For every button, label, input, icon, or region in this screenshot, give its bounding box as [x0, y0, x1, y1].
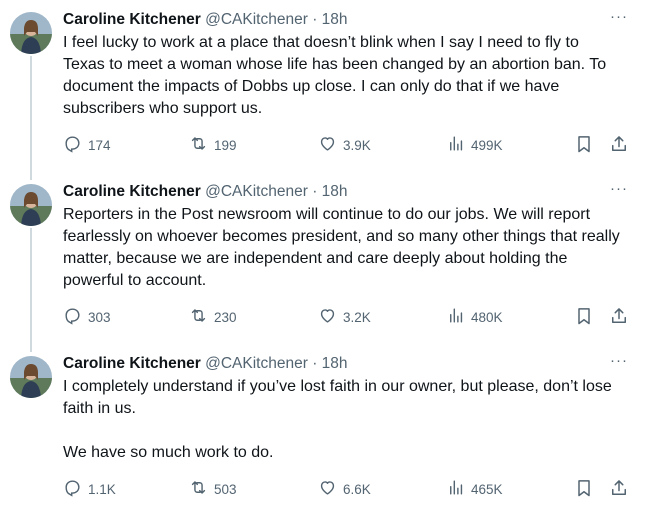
- repost-icon: [189, 306, 208, 328]
- tweet-1[interactable]: Caroline Kitchener @CAKitchener · 18h ··…: [0, 0, 648, 172]
- repost-count: 230: [214, 309, 237, 325]
- reply-count: 303: [88, 309, 111, 325]
- repost-icon: [189, 134, 208, 156]
- author-name[interactable]: Caroline Kitchener: [63, 183, 201, 200]
- tweet-text: I feel lucky to work at a place that doe…: [63, 34, 607, 117]
- like-icon: [318, 478, 337, 500]
- tweet-text: I completely understand if you’ve lost f…: [63, 378, 612, 461]
- thread-line: [30, 56, 32, 172]
- more-icon[interactable]: ···: [610, 8, 628, 25]
- separator: ·: [312, 11, 318, 28]
- views-icon: [446, 306, 465, 328]
- like-count: 6.6K: [343, 481, 371, 497]
- like-button[interactable]: 3.2K: [318, 306, 371, 328]
- bookmark-icon[interactable]: [574, 306, 594, 331]
- repost-icon: [189, 478, 208, 500]
- tweet-text: Reporters in the Post newsroom will cont…: [63, 206, 620, 289]
- reply-button[interactable]: 174: [63, 134, 111, 156]
- bookmark-icon[interactable]: [574, 478, 594, 503]
- like-button[interactable]: 6.6K: [318, 478, 371, 500]
- author-handle[interactable]: @CAKitchener: [205, 355, 308, 372]
- views-button[interactable]: 499K: [446, 134, 503, 156]
- reply-icon: [63, 306, 82, 328]
- like-count: 3.2K: [343, 309, 371, 325]
- avatar[interactable]: [10, 184, 52, 226]
- repost-count: 503: [214, 481, 237, 497]
- repost-button[interactable]: 199: [189, 134, 237, 156]
- share-icon[interactable]: [609, 306, 629, 331]
- views-button[interactable]: 480K: [446, 306, 503, 328]
- author-name[interactable]: Caroline Kitchener: [63, 355, 201, 372]
- separator: ·: [312, 355, 318, 372]
- views-count: 480K: [471, 309, 503, 325]
- tweet-actions: 174 199 3.9K 499K: [63, 134, 635, 158]
- reply-icon: [63, 478, 82, 500]
- timestamp[interactable]: 18h: [322, 183, 348, 200]
- views-count: 465K: [471, 481, 503, 497]
- reply-icon: [63, 134, 82, 156]
- tweet-header: Caroline Kitchener @CAKitchener · 18h: [63, 10, 348, 30]
- reply-button[interactable]: 303: [63, 306, 111, 328]
- repost-button[interactable]: 503: [189, 478, 237, 500]
- tweet-3[interactable]: Caroline Kitchener @CAKitchener · 18h ··…: [0, 344, 648, 512]
- tweet-actions: 303 230 3.2K 480K: [63, 306, 635, 330]
- bookmark-icon[interactable]: [574, 134, 594, 159]
- avatar[interactable]: [10, 12, 52, 54]
- views-icon: [446, 478, 465, 500]
- author-handle[interactable]: @CAKitchener: [205, 183, 308, 200]
- repost-count: 199: [214, 137, 237, 153]
- views-count: 499K: [471, 137, 503, 153]
- thread-line: [30, 172, 32, 180]
- tweet-header: Caroline Kitchener @CAKitchener · 18h: [63, 182, 348, 202]
- like-icon: [318, 306, 337, 328]
- share-icon[interactable]: [609, 134, 629, 159]
- like-count: 3.9K: [343, 137, 371, 153]
- views-icon: [446, 134, 465, 156]
- thread-line: [30, 228, 32, 344]
- tweet-2[interactable]: Caroline Kitchener @CAKitchener · 18h ··…: [0, 172, 648, 344]
- reply-button[interactable]: 1.1K: [63, 478, 116, 500]
- like-button[interactable]: 3.9K: [318, 134, 371, 156]
- more-icon[interactable]: ···: [610, 180, 628, 197]
- avatar[interactable]: [10, 356, 52, 398]
- like-icon: [318, 134, 337, 156]
- timestamp[interactable]: 18h: [322, 355, 348, 372]
- author-name[interactable]: Caroline Kitchener: [63, 11, 201, 28]
- author-handle[interactable]: @CAKitchener: [205, 11, 308, 28]
- timestamp[interactable]: 18h: [322, 11, 348, 28]
- separator: ·: [312, 183, 318, 200]
- repost-button[interactable]: 230: [189, 306, 237, 328]
- views-button[interactable]: 465K: [446, 478, 503, 500]
- more-icon[interactable]: ···: [610, 352, 628, 369]
- tweet-header: Caroline Kitchener @CAKitchener · 18h: [63, 354, 348, 374]
- reply-count: 174: [88, 137, 111, 153]
- reply-count: 1.1K: [88, 481, 116, 497]
- thread-line: [30, 344, 32, 352]
- share-icon[interactable]: [609, 478, 629, 503]
- tweet-actions: 1.1K 503 6.6K 465K: [63, 478, 635, 502]
